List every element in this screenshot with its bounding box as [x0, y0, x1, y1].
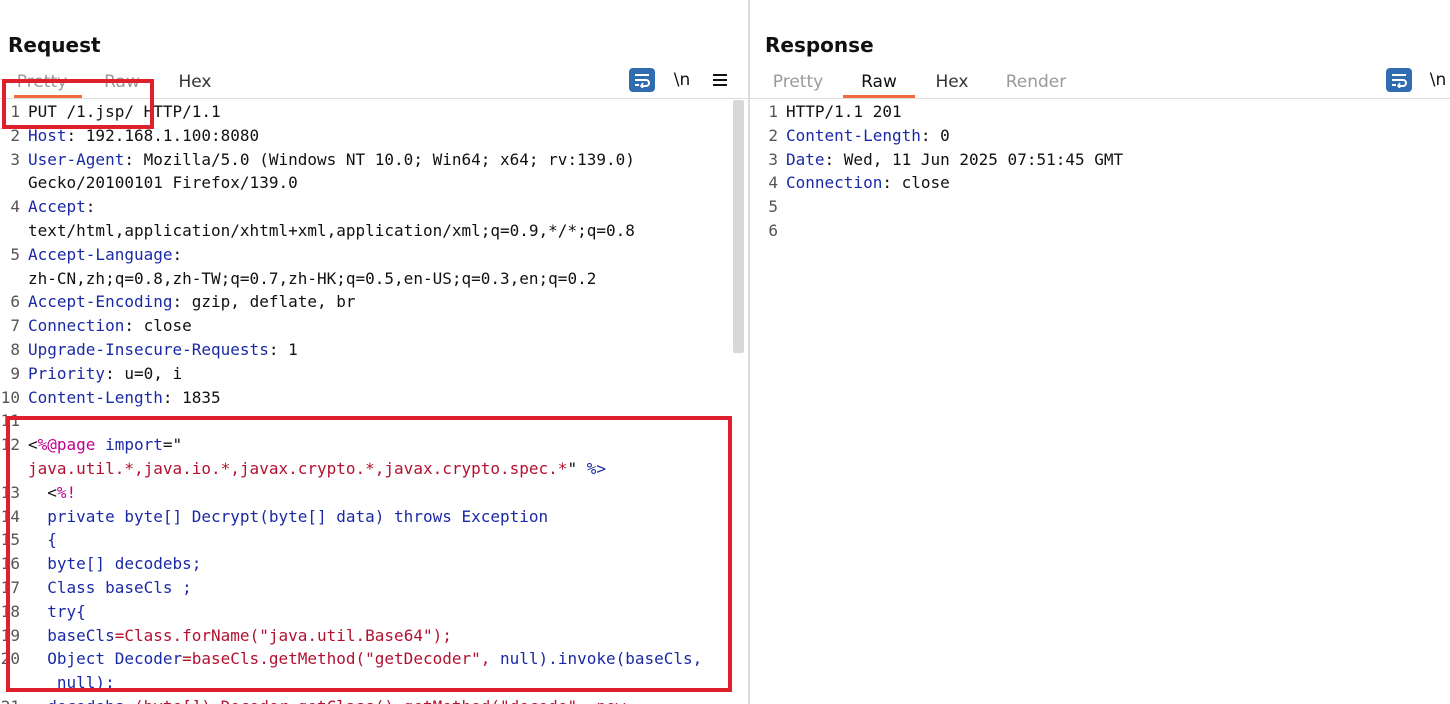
response-tab-divider: [750, 98, 1450, 99]
code-token: Accept-Language: [28, 244, 173, 264]
tab-raw[interactable]: Raw: [843, 70, 915, 98]
newline-toggle[interactable]: \n: [1425, 68, 1450, 92]
code-token: Connection: [28, 316, 125, 336]
tab-hex[interactable]: Hex: [933, 70, 971, 98]
code-token: : Mozilla/5.0 (Windows NT 10.0; Win64; x…: [124, 149, 635, 169]
code-token: Accept: [28, 197, 86, 217]
tab-pretty[interactable]: Pretty: [770, 70, 826, 98]
line-text: Connection: close: [28, 314, 192, 338]
code-token: Date: [786, 149, 825, 169]
code-token: : 1835: [162, 387, 221, 407]
line-text: Accept:: [28, 195, 95, 219]
line-text: Connection: close: [786, 171, 950, 195]
tab-render[interactable]: Render: [1004, 70, 1068, 98]
line-text: decodebs=(byte[]) Decoder.getClass().get…: [28, 695, 625, 704]
code-token: : close: [882, 173, 950, 193]
line-text: zh-CN,zh;q=0.8,zh-TW;q=0.7,zh-HK;q=0.5,e…: [28, 267, 596, 291]
line-text: Priority: u=0, i: [28, 362, 182, 386]
code-token: HTTP/1.1 201: [786, 102, 902, 121]
highlight-box-request-line: [2, 79, 154, 129]
line-number: 1: [768, 102, 778, 121]
code-token: : 1: [268, 339, 298, 359]
code-token: Accept-Encoding: [28, 292, 173, 312]
response-title: Response: [765, 33, 874, 57]
code-token: Upgrade-Insecure-Requests: [28, 339, 269, 359]
line-text: Gecko/20100101 Firefox/139.0: [28, 171, 298, 195]
code-token: decodebs: [28, 697, 124, 704]
line-number: 5: [10, 244, 20, 264]
code-token: : 0: [920, 125, 950, 145]
code-token: Gecko/20100101 Firefox/139.0: [28, 173, 298, 193]
line-number: 2: [768, 125, 778, 145]
request-title: Request: [8, 33, 101, 57]
code-token: Content-Length: [786, 125, 921, 145]
code-token: :: [85, 197, 96, 217]
tab-hex[interactable]: Hex: [176, 70, 214, 98]
line-number: 5: [768, 197, 778, 217]
line-number: 21: [0, 695, 20, 704]
line-text: User-Agent: Mozilla/5.0 (Windows NT 10.0…: [28, 148, 635, 172]
code-token: :: [172, 244, 183, 264]
line-number: 6: [10, 292, 20, 312]
line-number: 9: [10, 363, 20, 383]
code-token: : Wed, 11 Jun 2025 07:51:45 GMT: [824, 149, 1124, 169]
line-number: 4: [10, 197, 20, 217]
line-number: 10: [0, 387, 20, 407]
code-token: User-Agent: [28, 149, 125, 169]
code-token: text/html,application/xhtml+xml,applicat…: [28, 220, 635, 240]
code-token: Connection: [786, 173, 883, 193]
line-text: Upgrade-Insecure-Requests: 1: [28, 338, 298, 362]
line-number: 8: [10, 339, 20, 359]
newline-toggle[interactable]: \n: [669, 68, 695, 92]
line-text: Content-Length: 1835: [28, 386, 221, 410]
wrap-lines-icon[interactable]: [629, 68, 655, 92]
highlight-box-jsp-payload: [6, 416, 732, 692]
request-scrollbar[interactable]: [733, 100, 744, 353]
line-number: 3: [10, 149, 20, 169]
menu-icon[interactable]: [707, 68, 733, 92]
code-token: : gzip, deflate, br: [172, 292, 356, 312]
response-pane: Response Pretty Raw Hex Render \n 1 HTTP/…: [750, 0, 1450, 704]
line-text: Date: Wed, 11 Jun 2025 07:51:45 GMT: [786, 148, 1123, 172]
line-text: Content-Length: 0: [786, 124, 950, 148]
code-token: zh-CN,zh;q=0.8,zh-TW;q=0.7,zh-HK;q=0.5,e…: [28, 268, 597, 288]
code-token: : u=0, i: [105, 363, 183, 383]
code-token: : close: [124, 316, 192, 336]
wrap-lines-icon[interactable]: [1386, 68, 1412, 92]
line-number: 7: [10, 316, 20, 336]
line-number: 6: [768, 220, 778, 240]
line-text: HTTP/1.1 201: [786, 100, 902, 124]
line-text: text/html,application/xhtml+xml,applicat…: [28, 219, 635, 243]
code-token: =(byte[]) Decoder.getClass().getMethod("…: [124, 697, 625, 704]
line-number: 3: [768, 149, 778, 169]
code-token: Priority: [28, 363, 106, 383]
line-text: Accept-Encoding: gzip, deflate, br: [28, 290, 356, 314]
line-text: Accept-Language:: [28, 243, 182, 267]
code-token: Content-Length: [28, 387, 163, 407]
line-number: 4: [768, 173, 778, 193]
